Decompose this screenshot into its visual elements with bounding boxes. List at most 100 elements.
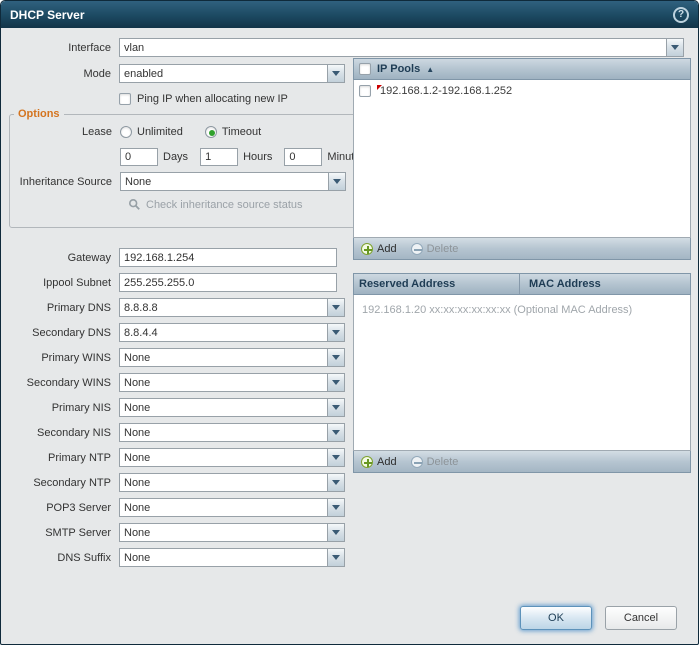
gateway-input[interactable] — [119, 248, 337, 267]
reserved-toolbar: Add Delete — [353, 451, 691, 473]
help-icon[interactable]: ? — [673, 7, 689, 23]
ip-pools-header-label: IP Pools — [377, 63, 420, 75]
inheritance-source-select[interactable] — [120, 172, 346, 191]
mac-address-header[interactable]: MAC Address — [521, 278, 601, 290]
reserved-delete-button[interactable]: Delete — [411, 456, 459, 468]
days-input[interactable] — [120, 148, 158, 166]
triangle-glyph — [332, 480, 340, 485]
primary-nis-select[interactable] — [119, 398, 345, 417]
pop3-server-row: POP3 Server — [1, 495, 353, 520]
minutes-input[interactable] — [284, 148, 322, 166]
inheritance-source-input[interactable] — [121, 173, 328, 190]
dns-suffix-row: DNS Suffix — [1, 545, 353, 570]
secondary-ntp-input[interactable] — [120, 474, 327, 491]
chevron-down-icon[interactable] — [327, 65, 344, 82]
secondary-nis-input[interactable] — [120, 424, 327, 441]
secondary-wins-input[interactable] — [120, 374, 327, 391]
triangle-glyph — [332, 455, 340, 460]
ip-pools-body: 192.168.1.2-192.168.1.252 — [353, 80, 691, 238]
ping-checkbox[interactable] — [119, 93, 131, 105]
smtp-server-select[interactable] — [119, 523, 345, 542]
chevron-down-icon[interactable] — [327, 374, 344, 391]
check-inheritance-link[interactable]: Check inheritance source status — [128, 197, 378, 212]
lease-timeout-radio[interactable]: Timeout — [205, 126, 261, 138]
pop3-server-select[interactable] — [119, 498, 345, 517]
triangle-glyph — [332, 330, 340, 335]
primary-ntp-row: Primary NTP — [1, 445, 353, 470]
lease-timeout-label: Timeout — [222, 126, 261, 138]
secondary-ntp-row: Secondary NTP — [1, 470, 353, 495]
primary-ntp-label: Primary NTP — [1, 452, 111, 464]
chevron-down-icon[interactable] — [327, 474, 344, 491]
dns-suffix-label: DNS Suffix — [1, 552, 111, 564]
radio-on-icon — [205, 126, 217, 138]
triangle-glyph — [332, 555, 340, 560]
triangle-glyph — [332, 380, 340, 385]
primary-wins-select[interactable] — [119, 348, 345, 367]
reserved-body: 192.168.1.20 xx:xx:xx:xx:xx:xx (Optional… — [353, 295, 691, 451]
primary-ntp-input[interactable] — [120, 449, 327, 466]
chevron-down-icon[interactable] — [327, 324, 344, 341]
triangle-glyph — [332, 430, 340, 435]
primary-dns-row: Primary DNS — [1, 295, 353, 320]
secondary-nis-select[interactable] — [119, 423, 345, 442]
dns-suffix-input[interactable] — [120, 549, 327, 566]
primary-nis-input[interactable] — [120, 399, 327, 416]
options-legend: Options — [14, 108, 64, 120]
secondary-wins-select[interactable] — [119, 373, 345, 392]
ip-pools-header[interactable]: IP Pools ▲ — [353, 58, 691, 80]
smtp-server-input[interactable] — [120, 524, 327, 541]
ok-button[interactable]: OK — [520, 606, 592, 630]
chevron-down-icon[interactable] — [327, 499, 344, 516]
ip-pools-toolbar: Add Delete — [353, 238, 691, 260]
lease-row: Lease Unlimited Timeout — [10, 122, 378, 141]
lease-unlimited-radio[interactable]: Unlimited — [120, 126, 183, 138]
cancel-button[interactable]: Cancel — [605, 606, 677, 630]
ippool-subnet-input[interactable] — [119, 273, 337, 292]
dns-suffix-select[interactable] — [119, 548, 345, 567]
plus-icon — [361, 243, 373, 255]
select-all-checkbox[interactable] — [359, 63, 371, 75]
secondary-wins-label: Secondary WINS — [1, 377, 111, 389]
chevron-down-icon[interactable] — [327, 299, 344, 316]
mode-input[interactable] — [120, 65, 327, 82]
chevron-down-icon[interactable] — [328, 173, 345, 190]
reserved-add-button[interactable]: Add — [361, 456, 397, 468]
chevron-down-icon[interactable] — [327, 549, 344, 566]
ippool-subnet-label: Ippool Subnet — [1, 277, 111, 289]
primary-dns-select[interactable] — [119, 298, 345, 317]
pop3-server-input[interactable] — [120, 499, 327, 516]
ip-pools-delete-button[interactable]: Delete — [411, 243, 459, 255]
secondary-ntp-label: Secondary NTP — [1, 477, 111, 489]
primary-wins-input[interactable] — [120, 349, 327, 366]
dialog-title: DHCP Server — [10, 8, 84, 22]
ip-pools-add-button[interactable]: Add — [361, 243, 397, 255]
chevron-down-icon[interactable] — [327, 349, 344, 366]
ip-pool-row[interactable]: 192.168.1.2-192.168.1.252 — [354, 80, 690, 101]
right-panel: IP Pools ▲ 192.168.1.2-192.168.1.252 Add… — [353, 58, 691, 473]
chevron-down-icon[interactable] — [666, 39, 683, 56]
gateway-label: Gateway — [1, 252, 111, 264]
ip-pool-value[interactable]: 192.168.1.2-192.168.1.252 — [378, 85, 512, 97]
chevron-down-icon[interactable] — [327, 399, 344, 416]
triangle-glyph — [332, 305, 340, 310]
reserved-address-header[interactable]: Reserved Address — [354, 274, 520, 294]
secondary-ntp-select[interactable] — [119, 473, 345, 492]
interface-select[interactable] — [119, 38, 684, 57]
hours-input[interactable] — [200, 148, 238, 166]
fields-column: Gateway Ippool Subnet Primary DNS Second… — [1, 245, 353, 570]
primary-dns-input[interactable] — [120, 299, 327, 316]
chevron-down-icon[interactable] — [327, 449, 344, 466]
secondary-dns-input[interactable] — [120, 324, 327, 341]
chevron-down-icon[interactable] — [327, 524, 344, 541]
chevron-down-icon[interactable] — [327, 424, 344, 441]
row-checkbox[interactable] — [359, 85, 371, 97]
primary-ntp-select[interactable] — [119, 448, 345, 467]
secondary-dns-select[interactable] — [119, 323, 345, 342]
ippool-subnet-row: Ippool Subnet — [1, 270, 353, 295]
triangle-glyph — [333, 179, 341, 184]
primary-nis-row: Primary NIS — [1, 395, 353, 420]
mode-select[interactable] — [119, 64, 345, 83]
interface-input[interactable] — [120, 39, 666, 56]
ping-row: Ping IP when allocating new IP — [119, 93, 288, 105]
